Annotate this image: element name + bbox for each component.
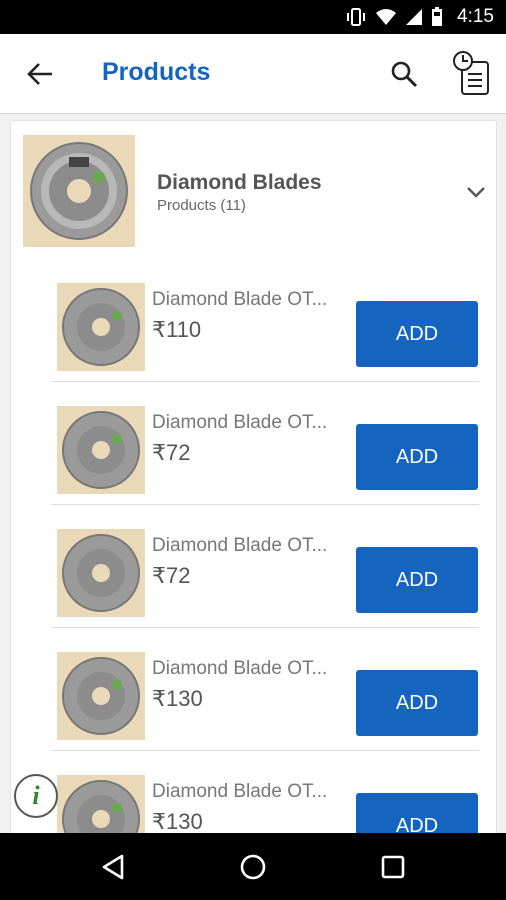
product-name: Diamond Blade OT...	[152, 781, 328, 802]
chevron-down-icon	[467, 187, 485, 198]
nav-recents-icon	[381, 855, 405, 879]
battery-icon	[431, 7, 443, 27]
list-item[interactable]: Diamond Blade OT... ₹72 ADD	[51, 505, 479, 628]
list-item[interactable]: Diamond Blade OT... ₹72 ADD	[51, 382, 479, 505]
category-image	[23, 135, 135, 247]
list-item[interactable]: Diamond Blade OT... ₹130 ADD	[51, 628, 479, 751]
product-name: Diamond Blade OT...	[152, 289, 328, 310]
add-button[interactable]: ADD	[356, 547, 478, 613]
info-button[interactable]: i	[14, 774, 58, 818]
category-name: Diamond Blades	[157, 171, 322, 194]
order-history-icon	[453, 51, 489, 95]
product-price: ₹130	[152, 686, 203, 711]
category-card: Diamond Blades Products (11) Diamond Bla…	[10, 120, 497, 900]
nav-recents-button[interactable]	[371, 845, 415, 889]
product-price: ₹130	[152, 809, 203, 834]
add-button[interactable]: ADD	[356, 424, 478, 490]
product-image	[57, 283, 145, 371]
order-history-button[interactable]	[450, 50, 494, 98]
product-image	[57, 406, 145, 494]
status-bar: 4:15	[0, 0, 506, 34]
arrow-back-icon	[27, 63, 52, 85]
list-item[interactable]: Diamond Blade OT... ₹110 ADD	[51, 259, 479, 382]
app-bar: Products	[0, 34, 506, 114]
status-time: 4:15	[457, 6, 494, 27]
status-icons: 4:15	[345, 0, 494, 34]
product-name: Diamond Blade OT...	[152, 658, 328, 679]
nav-home-icon	[240, 854, 266, 880]
add-button[interactable]: ADD	[356, 670, 478, 736]
product-image	[57, 529, 145, 617]
nav-back-button[interactable]	[91, 845, 135, 889]
info-icon: i	[32, 781, 40, 810]
signal-icon	[405, 8, 423, 26]
product-name: Diamond Blade OT...	[152, 535, 328, 556]
product-name: Diamond Blade OT...	[152, 412, 328, 433]
expand-toggle[interactable]	[463, 179, 489, 205]
product-price: ₹72	[152, 563, 191, 588]
system-nav-bar	[0, 833, 506, 900]
product-price: ₹72	[152, 440, 191, 465]
wifi-icon	[375, 8, 397, 26]
category-count: Products (11)	[157, 197, 246, 214]
search-button[interactable]	[386, 56, 422, 92]
add-button[interactable]: ADD	[356, 301, 478, 367]
product-image	[57, 652, 145, 740]
search-icon	[391, 61, 418, 88]
page-title: Products	[102, 58, 211, 86]
back-button[interactable]	[22, 56, 58, 92]
product-price: ₹110	[152, 317, 202, 342]
nav-home-button[interactable]	[231, 845, 275, 889]
vibrate-icon	[345, 7, 367, 27]
nav-back-icon	[102, 854, 124, 880]
category-header[interactable]: Diamond Blades Products (11)	[11, 121, 498, 263]
